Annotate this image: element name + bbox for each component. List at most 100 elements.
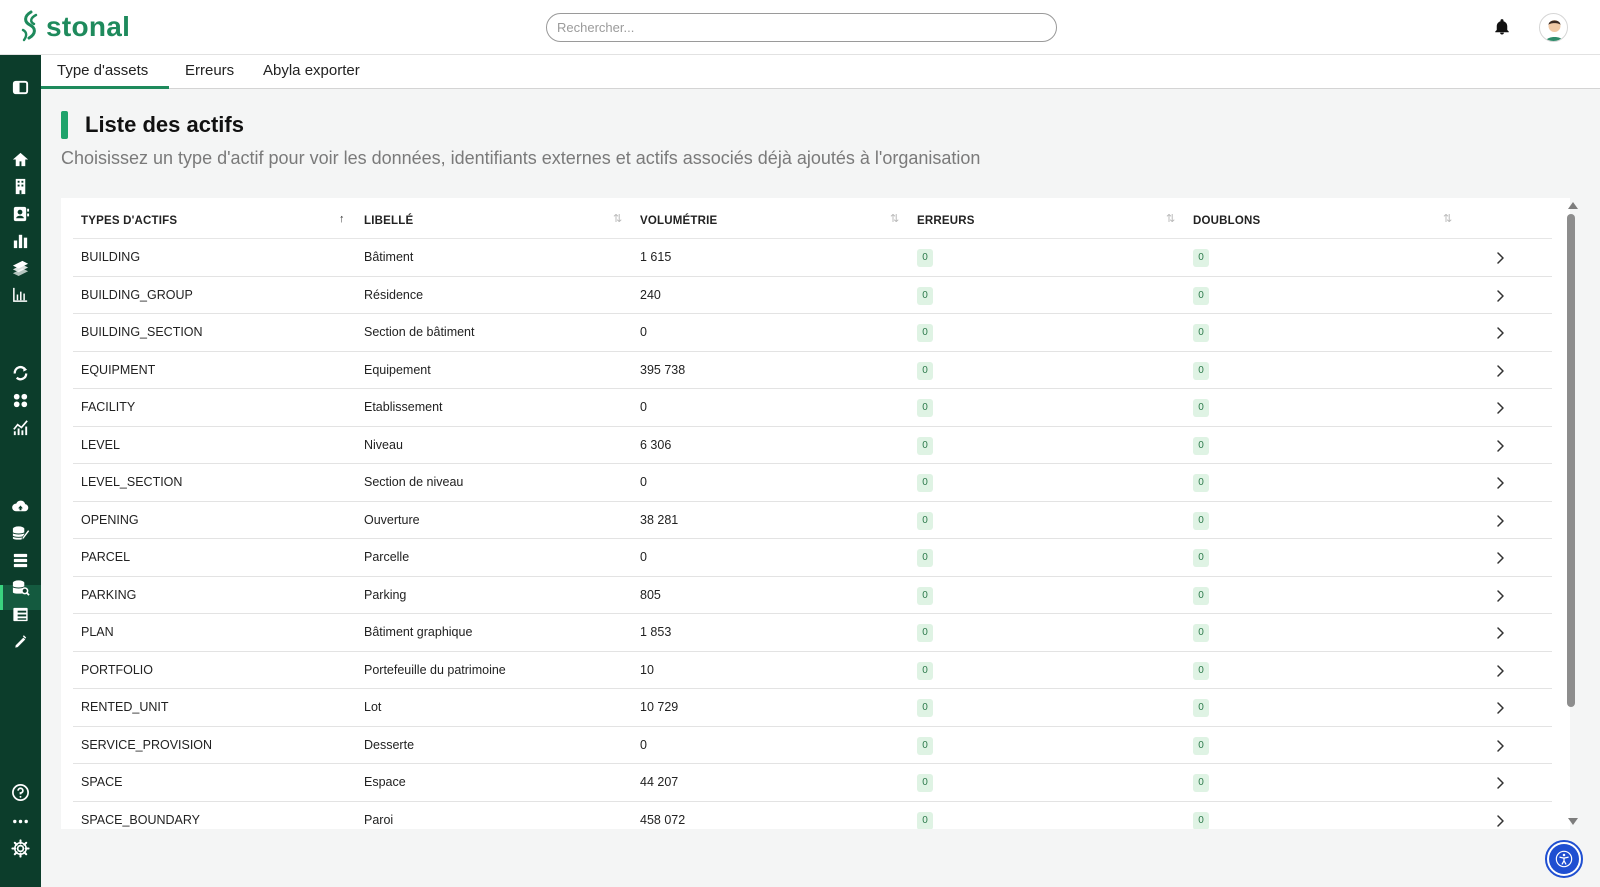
home-icon[interactable]	[10, 149, 31, 170]
page-subtitle: Choisissez un type d'actif pour voir les…	[61, 148, 981, 168]
refresh-icon[interactable]	[10, 363, 31, 384]
table-row[interactable]: RENTED_UNIT Lot 10 729 0 0	[73, 689, 1552, 727]
tab-asset-types[interactable]: Type d'assets	[41, 55, 169, 89]
chevron-right-icon[interactable]	[1494, 251, 1506, 265]
chevron-right-icon[interactable]	[1494, 739, 1506, 753]
sort-asc-icon[interactable]: ↑	[339, 214, 345, 225]
scroll-down-icon[interactable]	[1568, 818, 1578, 825]
settings-icon[interactable]	[10, 838, 31, 859]
cell-volume: 1 853	[640, 625, 672, 639]
contact-card-icon[interactable]	[10, 203, 31, 224]
chevron-right-icon[interactable]	[1494, 401, 1506, 415]
table-row[interactable]: BUILDING_GROUP Résidence 240 0 0	[73, 277, 1552, 314]
table-row[interactable]: OPENING Ouverture 38 281 0 0	[73, 502, 1552, 539]
sidebar-toggle-icon[interactable]	[10, 77, 31, 98]
cell-asset-type: EQUIPMENT	[81, 362, 156, 377]
cell-label: Section de niveau	[364, 475, 464, 489]
cell-volume: 10	[640, 662, 654, 677]
sort-icon[interactable]: ⇅	[1166, 214, 1175, 225]
cell-volume: 240	[640, 287, 661, 302]
column-header-errors[interactable]: ERREURS	[917, 198, 975, 239]
column-header-duplicates[interactable]: DOUBLONS	[1193, 198, 1260, 239]
table-icon[interactable]	[10, 604, 31, 625]
bell-icon[interactable]	[1493, 18, 1511, 36]
cell-label: Equipement	[364, 362, 431, 377]
table-row[interactable]: PARKING Parking 805 0 0	[73, 577, 1552, 614]
cloud-upload-icon[interactable]	[10, 496, 31, 517]
cell-asset-type: OPENING	[81, 512, 139, 527]
chevron-right-icon[interactable]	[1494, 701, 1506, 715]
chevron-right-icon[interactable]	[1494, 514, 1506, 528]
cell-label: Ouverture	[364, 512, 420, 527]
building-icon[interactable]	[10, 176, 31, 197]
duplicate-count-badge: 0	[1193, 436, 1209, 455]
table-row[interactable]: BUILDING_SECTION Section de bâtiment 0 0 0	[73, 314, 1552, 352]
column-header-volume[interactable]: VOLUMÉTRIE	[640, 198, 717, 239]
table-row[interactable]: BUILDING Bâtiment 1 615 0 0	[73, 239, 1552, 277]
error-count-badge: 0	[917, 811, 933, 829]
apps-grid-icon[interactable]	[10, 390, 31, 411]
layers-icon[interactable]	[10, 257, 31, 278]
chevron-right-icon[interactable]	[1494, 626, 1506, 640]
table-row[interactable]: EQUIPMENT Equipement 395 738 0 0	[73, 352, 1552, 389]
chevron-right-icon[interactable]	[1494, 664, 1506, 678]
chevron-right-icon[interactable]	[1494, 326, 1506, 340]
cell-asset-type: BUILDING_GROUP	[81, 287, 193, 302]
cell-volume: 0	[640, 550, 647, 564]
table-row[interactable]: SPACE_BOUNDARY Paroi 458 072 0 0	[73, 802, 1552, 829]
cell-asset-type: PARCEL	[81, 550, 131, 564]
sort-icon[interactable]: ⇅	[613, 214, 622, 225]
cell-label: Paroi	[364, 812, 394, 827]
cell-label: Section de bâtiment	[364, 325, 475, 339]
chevron-right-icon[interactable]	[1494, 776, 1506, 790]
chevron-right-icon[interactable]	[1494, 589, 1506, 603]
chevron-right-icon[interactable]	[1494, 814, 1506, 828]
sort-icon[interactable]: ⇅	[890, 214, 899, 225]
more-icon[interactable]	[10, 811, 31, 832]
duplicate-count-badge: 0	[1193, 736, 1209, 755]
duplicate-count-badge: 0	[1193, 324, 1209, 342]
stonal-logo[interactable]: stonal	[18, 9, 130, 45]
table-row[interactable]: PARCEL Parcelle 0 0 0	[73, 539, 1552, 577]
search-input[interactable]	[546, 13, 1057, 42]
table-row[interactable]: FACILITY Etablissement 0 0 0	[73, 389, 1552, 427]
column-header-asset-type[interactable]: TYPES D'ACTIFS	[81, 198, 177, 239]
analytics-chart-icon[interactable]	[10, 284, 31, 305]
chevron-right-icon[interactable]	[1494, 289, 1506, 303]
trend-chart-icon[interactable]	[10, 417, 31, 438]
scroll-up-icon[interactable]	[1568, 202, 1578, 209]
sidebar	[0, 55, 41, 887]
accessibility-button[interactable]	[1545, 840, 1583, 878]
cell-label: Desserte	[364, 737, 415, 752]
scrollbar-thumb[interactable]	[1567, 214, 1575, 707]
chevron-right-icon[interactable]	[1494, 439, 1506, 453]
cell-label: Parking	[364, 587, 407, 602]
cell-volume: 10 729	[640, 700, 679, 714]
database-search-icon[interactable]	[10, 577, 31, 598]
user-avatar[interactable]	[1539, 13, 1568, 42]
error-count-badge: 0	[917, 399, 933, 417]
table-row[interactable]: LEVEL Niveau 6 306 0 0	[73, 427, 1552, 464]
sort-icon[interactable]: ⇅	[1443, 214, 1452, 225]
table-row[interactable]: PLAN Bâtiment graphique 1 853 0 0	[73, 614, 1552, 652]
help-icon[interactable]	[10, 782, 31, 803]
error-count-badge: 0	[917, 474, 933, 492]
tab-errors[interactable]: Erreurs	[169, 55, 250, 89]
pen-icon[interactable]	[10, 630, 31, 651]
chevron-right-icon[interactable]	[1494, 476, 1506, 490]
list-icon[interactable]	[10, 550, 31, 571]
cell-label: Espace	[364, 775, 406, 789]
database-edit-icon[interactable]	[10, 523, 31, 544]
table-row[interactable]: LEVEL_SECTION Section de niveau 0 0 0	[73, 464, 1552, 502]
cell-asset-type: SPACE_BOUNDARY	[81, 812, 201, 827]
tab-abyla-exporter[interactable]: Abyla exporter	[247, 55, 376, 89]
accessibility-icon	[1549, 844, 1579, 874]
column-header-label[interactable]: LIBELLÉ	[364, 198, 413, 239]
bar-chart-icon[interactable]	[10, 230, 31, 251]
table-row[interactable]: SERVICE_PROVISION Desserte 0 0 0	[73, 727, 1552, 764]
chevron-right-icon[interactable]	[1494, 551, 1506, 565]
duplicate-count-badge: 0	[1193, 586, 1209, 605]
chevron-right-icon[interactable]	[1494, 364, 1506, 378]
table-row[interactable]: SPACE Espace 44 207 0 0	[73, 764, 1552, 802]
table-row[interactable]: PORTFOLIO Portefeuille du patrimoine 10 0 0	[73, 652, 1552, 689]
